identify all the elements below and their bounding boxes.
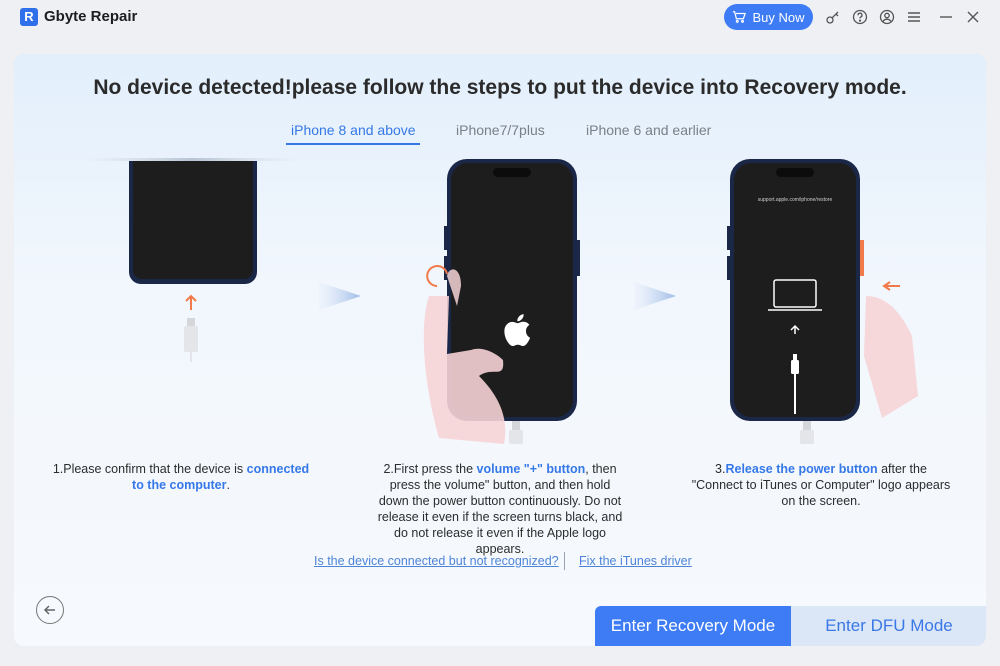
dynamic-island: [776, 168, 814, 177]
account-icon[interactable]: [878, 8, 896, 26]
step2-text-post: , then press the volume" button, and the…: [377, 462, 623, 556]
phone-screen: [133, 161, 253, 279]
next-arrow-icon: [319, 282, 361, 310]
step1-illustration: [84, 158, 300, 362]
next-arrow-icon: [634, 282, 676, 310]
dynamic-island: [493, 168, 531, 177]
help-icon[interactable]: [851, 8, 869, 26]
step1-text-post: .: [226, 478, 230, 492]
step2-illustration: [423, 159, 580, 444]
buy-now-button[interactable]: Buy Now: [724, 4, 813, 30]
back-button[interactable]: [36, 596, 64, 624]
up-arrow-icon: [185, 294, 197, 310]
fix-itunes-driver-link[interactable]: Fix the iTunes driver: [579, 554, 692, 568]
tab-iphone7[interactable]: iPhone7/7plus: [456, 122, 545, 138]
step2-text-pre: 2.First press the: [383, 462, 477, 476]
release-arrow-icon: [882, 281, 900, 291]
page-heading: No device detected!please follow the ste…: [93, 76, 907, 99]
cable-wire: [190, 352, 192, 362]
help-links: Is the device connected but not recogniz…: [14, 552, 986, 572]
cable-connector: [184, 326, 198, 352]
step2-text: 2.First press the volume "+" button, the…: [374, 461, 626, 557]
key-icon[interactable]: [824, 8, 842, 26]
not-recognized-link[interactable]: Is the device connected but not recogniz…: [314, 554, 559, 568]
minimize-icon[interactable]: [937, 8, 955, 26]
app-logo: R: [20, 8, 38, 26]
lightning-plug: [803, 421, 811, 430]
step3-highlight: Release the power button: [725, 462, 878, 476]
surface-line: [84, 158, 300, 161]
restore-url-text: support.apple.com/iphone/restore: [758, 197, 833, 203]
hand-right: [864, 296, 918, 418]
buy-now-label: Buy Now: [752, 9, 805, 25]
app-title: Gbyte Repair: [44, 8, 138, 25]
tab-iphone8-and-above[interactable]: iPhone 8 and above: [291, 122, 416, 138]
close-icon[interactable]: [964, 8, 982, 26]
menu-icon[interactable]: [905, 8, 923, 26]
title-bar: R Gbyte Repair Buy Now: [0, 0, 1000, 34]
tab-iphone6-and-earlier[interactable]: iPhone 6 and earlier: [586, 122, 711, 138]
power-button: [577, 240, 580, 276]
enter-recovery-mode-button[interactable]: Enter Recovery Mode: [595, 606, 791, 646]
back-arrow-icon: [43, 605, 55, 615]
step3-text: 3.Release the power button after the "Co…: [690, 461, 952, 509]
cable-connector: [509, 430, 523, 444]
step3-text-pre: 3.: [715, 462, 726, 476]
step3-illustration: support.apple.com/iphone/restore: [727, 159, 918, 444]
enter-dfu-mode-button[interactable]: Enter DFU Mode: [791, 606, 986, 646]
step2-highlight: volume "+" button: [476, 462, 586, 476]
lightning-plug: [512, 421, 520, 430]
power-button-highlight: [860, 240, 864, 276]
volume-up-button: [444, 226, 447, 250]
lightning-plug: [187, 318, 195, 326]
main-panel: No device detected!please follow the ste…: [14, 54, 986, 646]
step1-text-pre: 1.Please confirm that the device is: [52, 462, 247, 476]
device-tabs: iPhone 8 and above iPhone7/7plus iPhone …: [14, 122, 986, 148]
volume-down-button: [727, 256, 730, 280]
step1-text: 1.Please confirm that the device is conn…: [50, 461, 312, 493]
link-separator: [564, 552, 565, 570]
cable-connector: [800, 430, 814, 444]
volume-up-button: [727, 226, 730, 250]
cart-icon: [733, 11, 747, 23]
active-tab-indicator: [286, 143, 420, 145]
